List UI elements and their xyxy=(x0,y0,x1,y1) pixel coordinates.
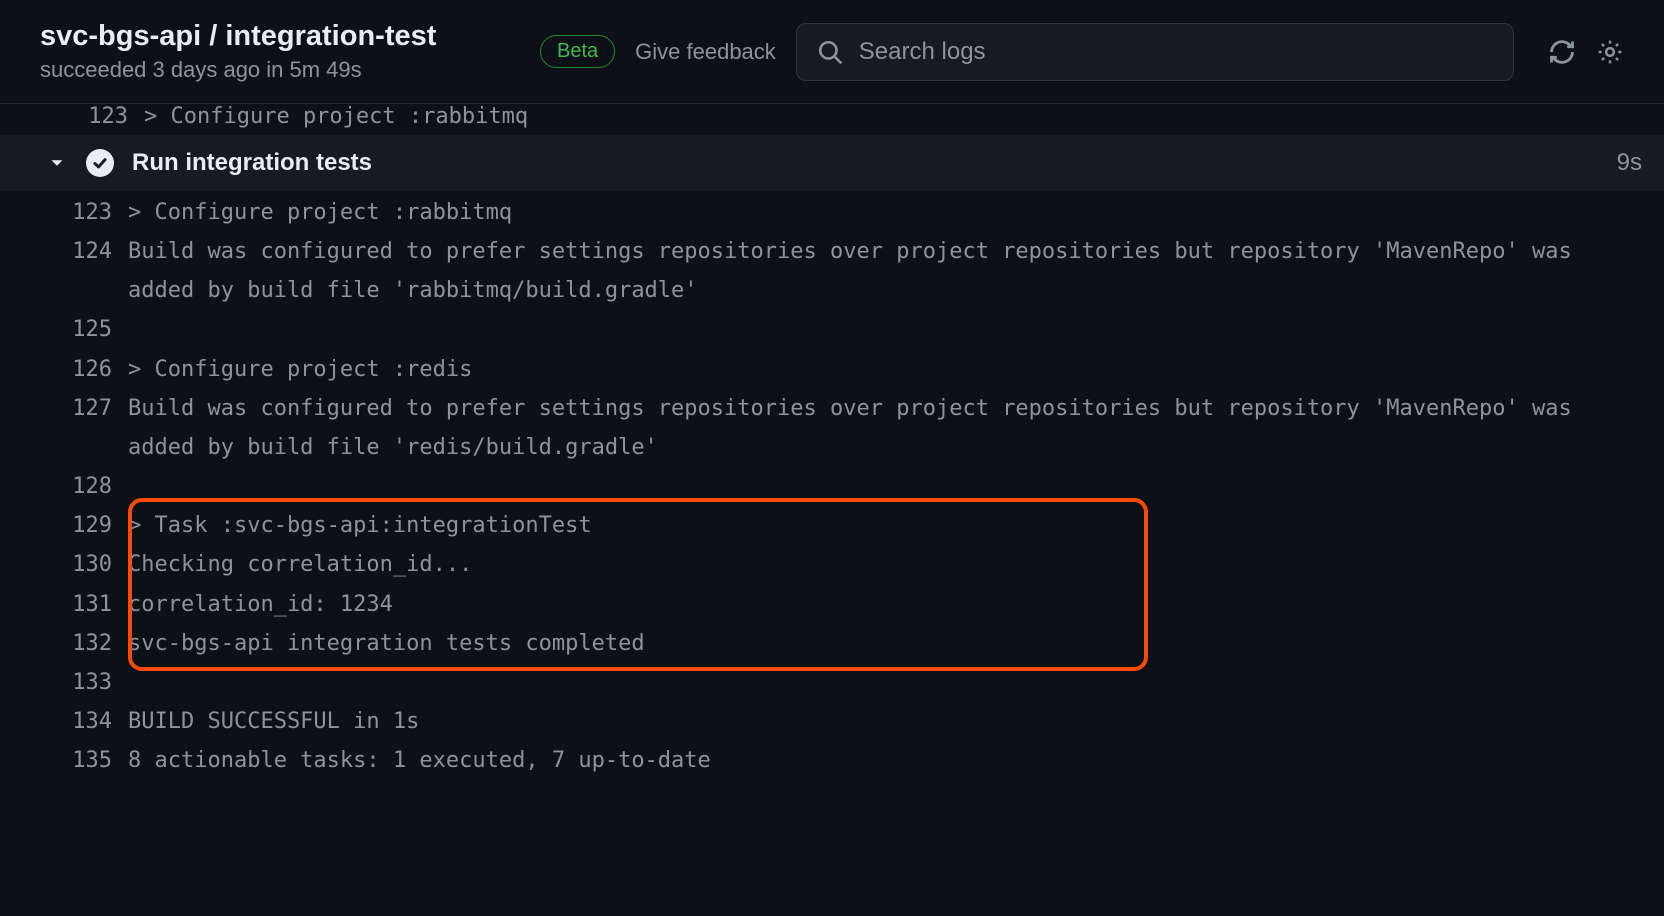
beta-badge: Beta xyxy=(540,35,615,68)
success-check-icon xyxy=(86,149,114,177)
step-duration: 9s xyxy=(1617,149,1646,177)
line-number: 132 xyxy=(0,624,128,663)
log-line: 124Build was configured to prefer settin… xyxy=(0,232,1664,310)
step-title: Run integration tests xyxy=(132,149,372,177)
line-content: Build was configured to prefer settings … xyxy=(128,232,1664,310)
log-line: 127Build was configured to prefer settin… xyxy=(0,389,1664,467)
job-title: svc-bgs-api / integration-test xyxy=(40,20,520,53)
title-block: svc-bgs-api / integration-test succeeded… xyxy=(40,20,520,83)
line-number: 125 xyxy=(0,310,128,349)
log-line: 1358 actionable tasks: 1 executed, 7 up-… xyxy=(0,741,1664,780)
line-content: > Configure project :rabbitmq xyxy=(128,193,1664,232)
line-number: 131 xyxy=(0,585,128,624)
line-content: svc-bgs-api integration tests completed xyxy=(128,624,1664,663)
line-number: 128 xyxy=(0,467,128,506)
line-number: 123 xyxy=(0,193,128,232)
line-number: 135 xyxy=(0,741,128,780)
search-logs-box[interactable] xyxy=(796,23,1514,81)
partial-log-above: 123> Configure project :rabbitmq xyxy=(0,104,1664,135)
line-number: 130 xyxy=(0,545,128,584)
log-output: 123> Configure project :rabbitmq124Build… xyxy=(0,191,1664,780)
line-content: correlation_id: 1234 xyxy=(128,585,1664,624)
log-line: 133 xyxy=(0,663,1664,702)
log-line: 134BUILD SUCCESSFUL in 1s xyxy=(0,702,1664,741)
line-content: > Configure project :redis xyxy=(128,350,1664,389)
line-content: Build was configured to prefer settings … xyxy=(128,389,1664,467)
line-number: 133 xyxy=(0,663,128,702)
give-feedback-link[interactable]: Give feedback xyxy=(635,39,776,65)
line-number: 129 xyxy=(0,506,128,545)
log-line: 126> Configure project :redis xyxy=(0,350,1664,389)
log-line: 123> Configure project :rabbitmq xyxy=(0,193,1664,232)
log-line: 125 xyxy=(0,310,1664,349)
refresh-icon[interactable] xyxy=(1548,38,1576,66)
line-content: BUILD SUCCESSFUL in 1s xyxy=(128,702,1664,741)
log-line: 129> Task :svc-bgs-api:integrationTest xyxy=(0,506,1664,545)
line-content: > Task :svc-bgs-api:integrationTest xyxy=(128,506,1664,545)
chevron-down-icon xyxy=(46,152,68,174)
step-header[interactable]: Run integration tests 9s xyxy=(0,135,1664,191)
line-content: Checking correlation_id... xyxy=(128,545,1664,584)
log-line: 132svc-bgs-api integration tests complet… xyxy=(0,624,1664,663)
line-content: 8 actionable tasks: 1 executed, 7 up-to-… xyxy=(128,741,1664,780)
line-number: 134 xyxy=(0,702,128,741)
gear-icon[interactable] xyxy=(1596,38,1624,66)
line-number: 124 xyxy=(0,232,128,271)
log-line: 128 xyxy=(0,467,1664,506)
job-subtitle: succeeded 3 days ago in 5m 49s xyxy=(40,57,520,83)
search-input[interactable] xyxy=(859,38,1493,66)
log-line: 130Checking correlation_id... xyxy=(0,545,1664,584)
log-line: 131correlation_id: 1234 xyxy=(0,585,1664,624)
line-number: 126 xyxy=(0,350,128,389)
line-number: 127 xyxy=(0,389,128,428)
page-header: svc-bgs-api / integration-test succeeded… xyxy=(0,0,1664,104)
search-icon xyxy=(817,39,843,65)
